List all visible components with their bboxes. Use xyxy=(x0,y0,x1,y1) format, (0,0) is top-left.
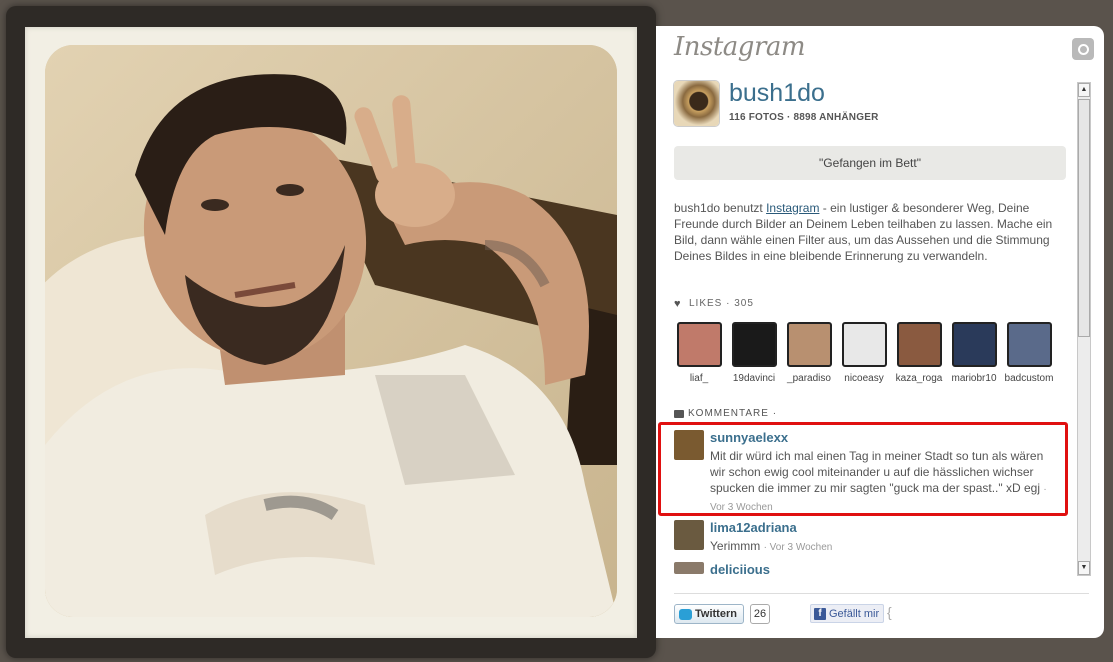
comment-avatar[interactable] xyxy=(674,562,704,574)
liker-avatar[interactable] xyxy=(896,322,942,367)
liker-name[interactable]: kaza_roga xyxy=(894,373,944,384)
divider xyxy=(674,593,1089,594)
comment-item: deliciious xyxy=(674,562,1069,578)
twitter-bird-icon xyxy=(679,608,692,620)
comment-username[interactable]: lima12adriana xyxy=(710,520,797,535)
liker-name[interactable]: _paradiso xyxy=(784,373,834,384)
liker-avatar[interactable] xyxy=(786,322,832,367)
camera-icon[interactable] xyxy=(1072,38,1094,60)
liker-avatar[interactable] xyxy=(841,322,887,367)
liker-avatar[interactable] xyxy=(1006,322,1052,367)
comment-username[interactable]: sunnyaelexx xyxy=(710,430,788,445)
scroll-up-arrow-icon[interactable]: ▲ xyxy=(1078,83,1090,97)
facebook-count-bubble-icon: { xyxy=(887,604,892,620)
facebook-icon: f xyxy=(814,607,826,620)
main-photo[interactable] xyxy=(45,45,617,617)
avatar[interactable] xyxy=(674,81,719,126)
liker-item[interactable]: mariobr10 xyxy=(949,322,999,384)
comments-label: KOMMENTARE · xyxy=(688,408,778,419)
liker-item[interactable]: 19davinci xyxy=(729,322,779,384)
comment-avatar[interactable] xyxy=(674,430,704,460)
liker-item[interactable]: _paradiso xyxy=(784,322,834,384)
liker-name[interactable]: liaf_ xyxy=(674,373,724,384)
username[interactable]: bush1do xyxy=(729,79,825,108)
liker-item[interactable]: badcustom xyxy=(1004,322,1054,384)
liker-name[interactable]: 19davinci xyxy=(729,373,779,384)
liker-item[interactable]: liaf_ xyxy=(674,322,724,384)
comment-avatar[interactable] xyxy=(674,520,704,550)
scroll-down-arrow-icon[interactable]: ▼ xyxy=(1078,561,1090,575)
instagram-link[interactable]: Instagram xyxy=(766,201,819,215)
heart-icon: ♥ xyxy=(674,297,682,310)
twitter-count: 26 xyxy=(750,604,770,624)
liker-name[interactable]: mariobr10 xyxy=(949,373,999,384)
profile-stats: 116 FOTOS · 8898 ANHÄNGER xyxy=(729,112,879,123)
scrollbar[interactable]: ▲ ▼ xyxy=(1077,82,1091,576)
liker-name[interactable]: nicoeasy xyxy=(839,373,889,384)
liker-avatar[interactable] xyxy=(676,322,722,367)
liker-item[interactable]: kaza_roga xyxy=(894,322,944,384)
comment-item: lima12adriana Yerimmm · Vor 3 Wochen xyxy=(674,520,1069,556)
comment-bubble-icon xyxy=(674,409,684,418)
likers-list: liaf_ 19davinci _paradiso nicoeasy kaza_roga… xyxy=(674,322,1064,392)
photo-caption: "Gefangen im Bett" xyxy=(674,146,1066,180)
comment-text: Mit dir würd ich mal einen Tag in meiner… xyxy=(710,448,1060,516)
scroll-content[interactable]: bush1do benutzt Instagram - ein lustiger… xyxy=(656,196,1076,578)
instagram-logo[interactable]: Instagram xyxy=(674,32,806,62)
facebook-like-label: Gefällt mir xyxy=(829,607,880,620)
likes-header: ♥ LIKES · 305 xyxy=(674,298,754,309)
comment-item: sunnyaelexx Mit dir würd ich mal einen T… xyxy=(674,430,1069,513)
comment-username[interactable]: deliciious xyxy=(710,562,770,577)
liker-avatar[interactable] xyxy=(951,322,997,367)
liker-name[interactable]: badcustom xyxy=(1004,373,1054,384)
photo-detail-panel: Instagram bush1do 116 FOTOS · 8898 ANHÄN… xyxy=(656,26,1104,638)
profile-header: bush1do 116 FOTOS · 8898 ANHÄNGER xyxy=(674,79,1054,127)
comment-body: Yerimmm xyxy=(710,539,761,553)
twitter-label: Twittern xyxy=(695,608,737,620)
comment-body: Mit dir würd ich mal einen Tag in meiner… xyxy=(710,449,1044,495)
twitter-button[interactable]: Twittern xyxy=(674,604,744,624)
liker-item[interactable]: nicoeasy xyxy=(839,322,889,384)
comment-text: Yerimmm · Vor 3 Wochen xyxy=(710,538,1060,556)
scrollbar-thumb[interactable] xyxy=(1078,99,1090,337)
comments-header: KOMMENTARE · xyxy=(674,408,777,419)
comment-time: · Vor 3 Wochen xyxy=(763,542,833,553)
liker-avatar[interactable] xyxy=(731,322,777,367)
description-text-1: bush1do benutzt xyxy=(674,201,767,215)
likes-count: LIKES · 305 xyxy=(689,298,754,309)
facebook-like-button[interactable]: f Gefällt mir xyxy=(810,604,884,623)
description: bush1do benutzt Instagram - ein lustiger… xyxy=(674,200,1069,264)
